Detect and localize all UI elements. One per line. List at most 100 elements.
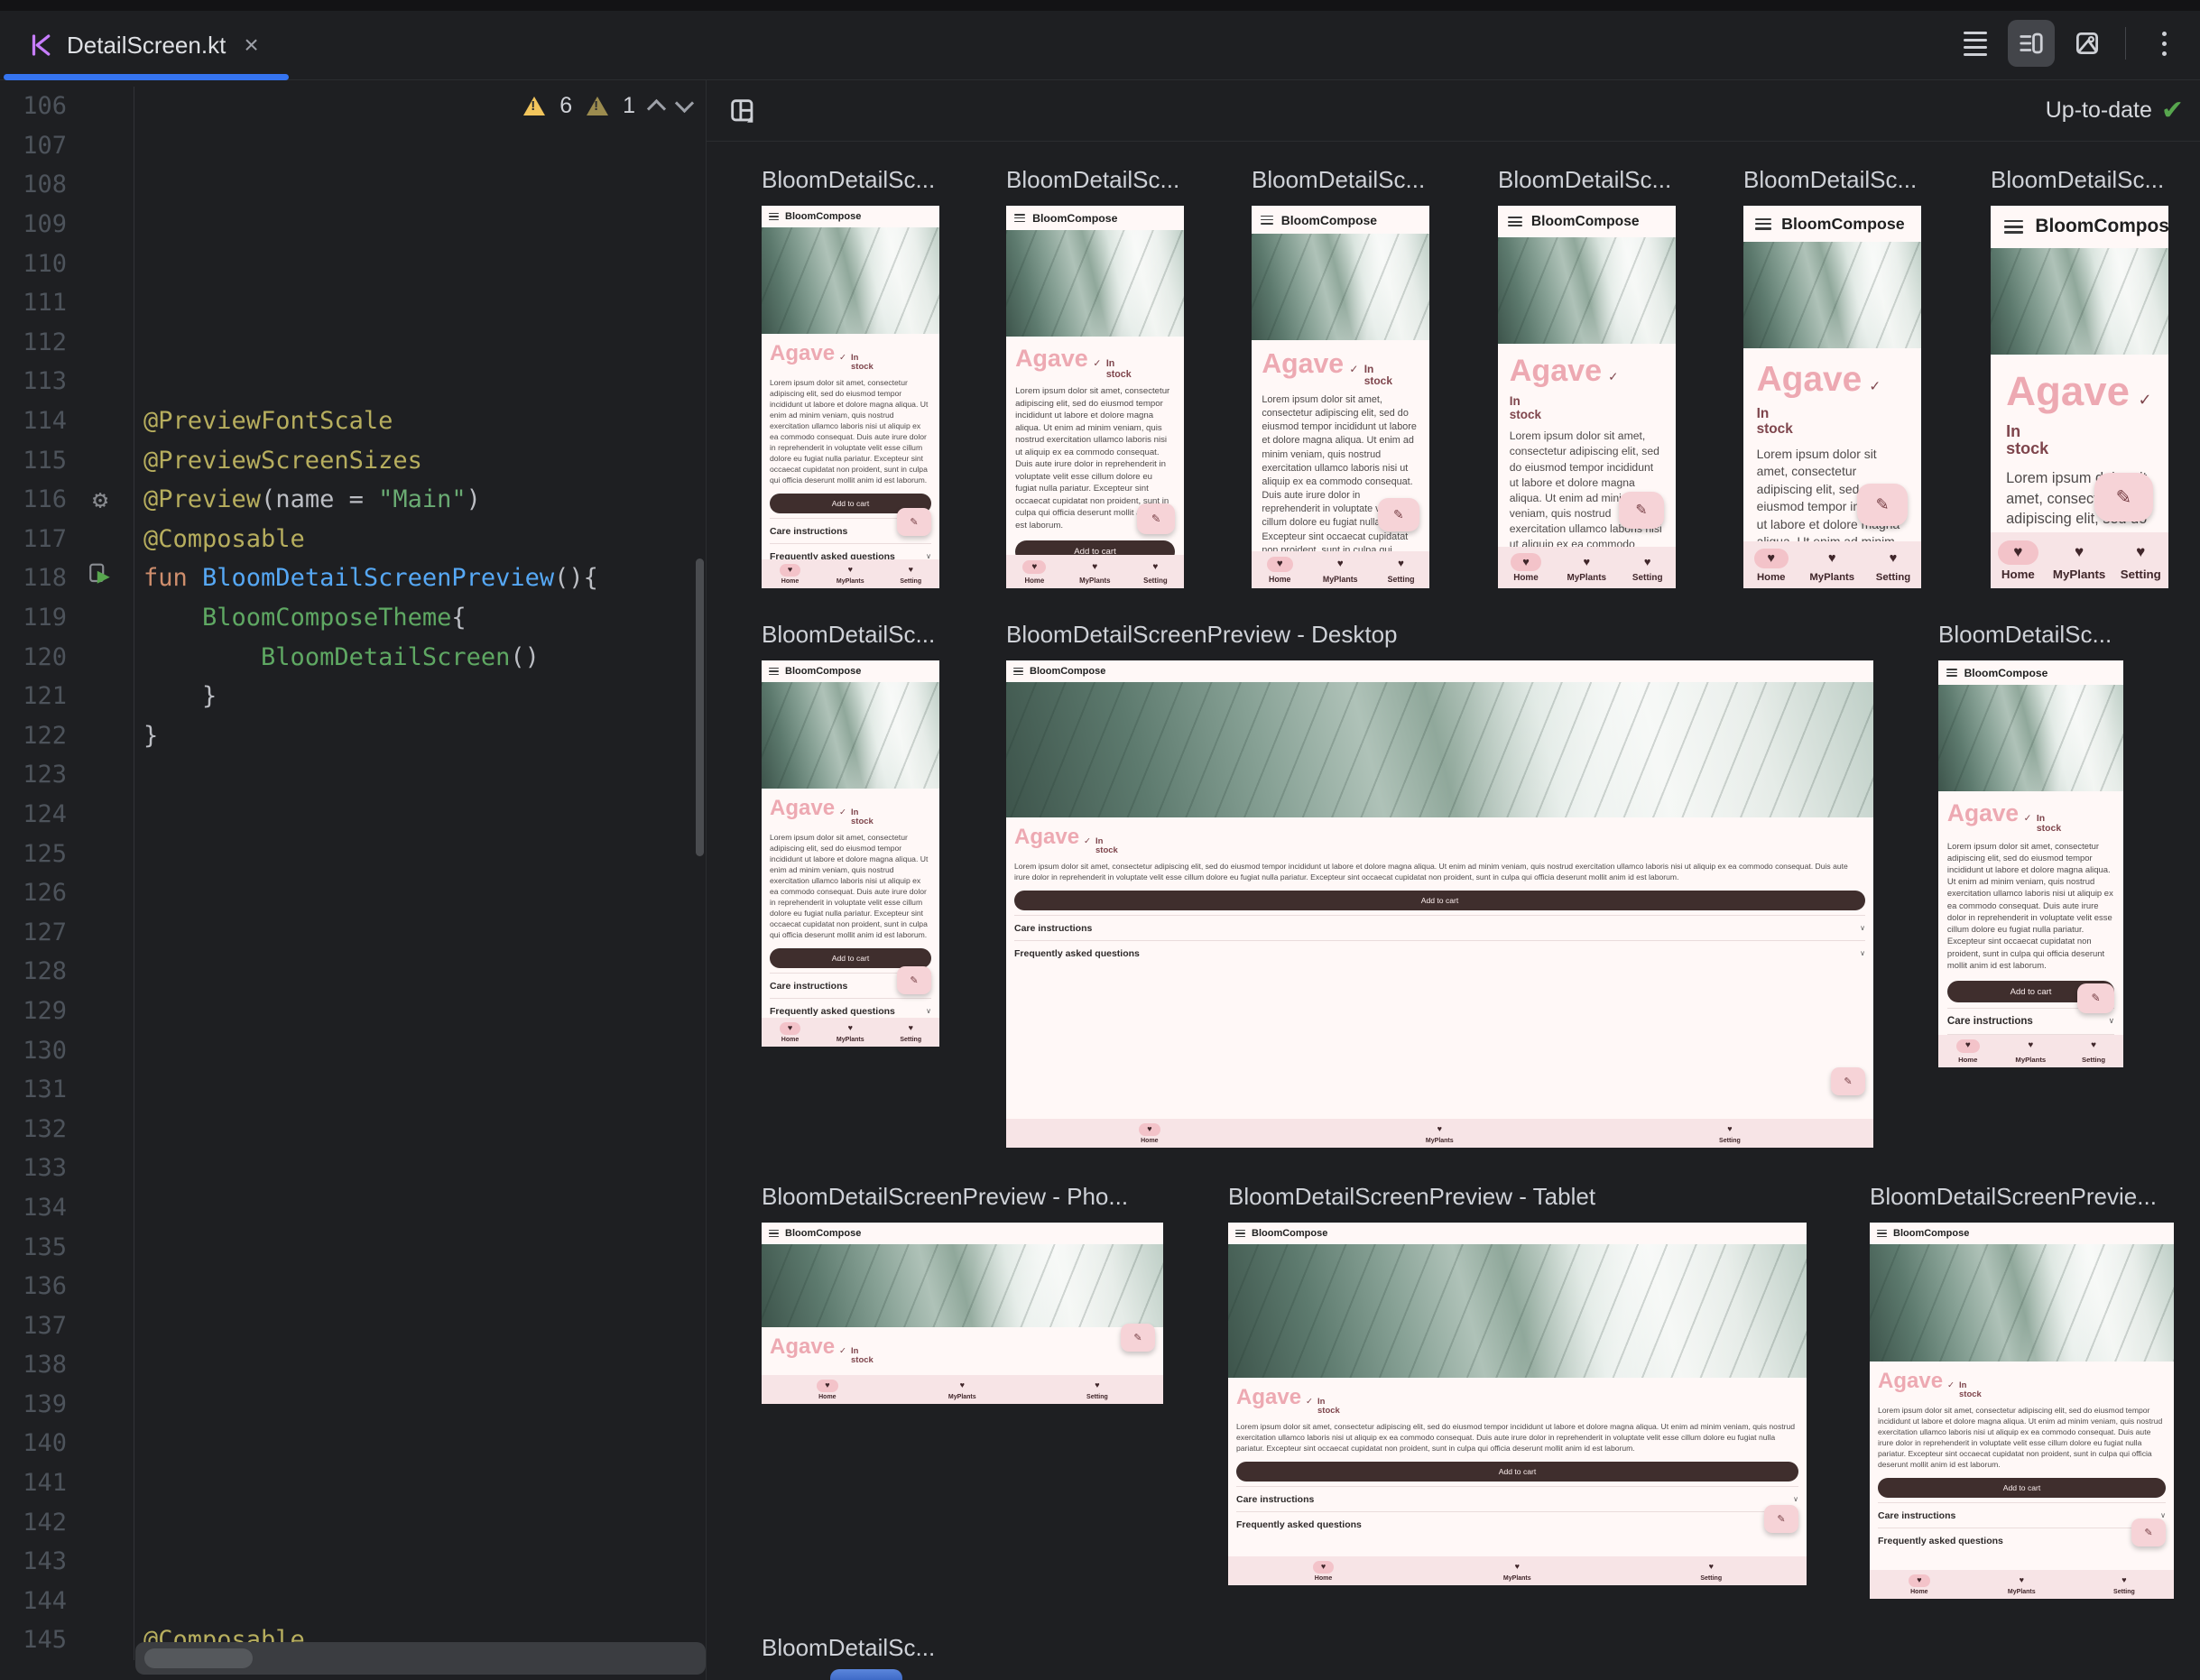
design-view-button[interactable] xyxy=(2064,20,2111,67)
preview-card[interactable]: BloomComposeAgave✓In stockLorem ipsum do… xyxy=(1938,660,2123,1067)
care-instructions-label: Care instructions xyxy=(1946,1015,2033,1027)
gutter xyxy=(67,1227,134,1267)
code-line[interactable]: 108 xyxy=(0,165,706,205)
preview-canvas[interactable]: BloomDetailSc... BloomCompose Agave ✓ In sto… xyxy=(707,141,2200,1680)
code-line[interactable]: 128 xyxy=(0,952,706,992)
preview-card[interactable]: BloomComposeAgave✓In stockLorem ipsum do… xyxy=(1870,1223,2174,1599)
code-text: BloomDetailScreen() xyxy=(134,637,706,677)
mock-bottom-nav: ♥ Home ♥ MyPlants ♥ Setting xyxy=(1991,531,2168,588)
gutter xyxy=(67,1070,134,1110)
mock-nav-home: ♥ Home xyxy=(1955,1039,1980,1064)
gutter xyxy=(67,755,134,795)
grid-layout-button[interactable] xyxy=(721,91,764,131)
code-line[interactable]: 116 ⚙ @Preview(name = "Main") xyxy=(0,479,706,520)
code-line[interactable]: 117 @Composable xyxy=(0,519,706,559)
mock-edit-fab: ✎ xyxy=(1618,491,1665,530)
preview-card[interactable]: BloomComposeAgave✓In stockLorem ipsum do… xyxy=(762,660,939,1047)
next-issue-button[interactable] xyxy=(674,93,695,114)
code-line[interactable]: 122} xyxy=(0,715,706,756)
code-line[interactable]: 109 xyxy=(0,204,706,245)
mock-bottom-nav: ♥ Home ♥ MyPlants ♥ Setting xyxy=(1743,540,1921,588)
code-line[interactable]: 139 xyxy=(0,1384,706,1425)
nav-label: Setting xyxy=(1719,1138,1741,1144)
code-line[interactable]: 112 xyxy=(0,322,706,363)
inspections-widget[interactable]: 6 1 xyxy=(523,93,695,119)
code-text xyxy=(134,1384,706,1425)
preview-card[interactable]: BloomComposeAgave✓In stockLorem ipsum do… xyxy=(1006,660,1873,1148)
code-line[interactable]: 119 BloomComposeTheme{ xyxy=(0,597,706,638)
horizontal-scrollbar-thumb[interactable] xyxy=(144,1648,253,1668)
plant-title-row: Agave ✓ In stock xyxy=(770,796,931,826)
tab-close-icon[interactable]: × xyxy=(244,32,258,58)
code-line[interactable]: 140 xyxy=(0,1424,706,1463)
code-token: (){ xyxy=(554,564,598,593)
chevron-down-icon: ∨ xyxy=(2160,1511,2166,1520)
code-line[interactable]: 115 @PreviewScreenSizes xyxy=(0,440,706,480)
code-line[interactable]: 138 xyxy=(0,1345,706,1385)
line-number: 141 xyxy=(23,1469,67,1498)
code-line[interactable]: 132 xyxy=(0,1109,706,1149)
preview-settings-gear-icon[interactable]: ⚙ xyxy=(93,486,108,512)
plant-title-row: Agave ✓ In stock xyxy=(770,341,931,372)
code-line[interactable]: 136 xyxy=(0,1266,706,1306)
preview-card[interactable]: BloomComposeAgave✓In stockLorem ipsum do… xyxy=(1991,206,2168,588)
more-options-button[interactable] xyxy=(2140,20,2187,67)
nav-label: MyPlants xyxy=(947,1394,976,1400)
code-area[interactable]: 106 107 108 109 110 111 112 113 114 @PreviewFontS… xyxy=(0,80,706,1680)
line-number: 143 xyxy=(23,1547,67,1576)
line-number: 130 xyxy=(23,1036,67,1065)
code-line[interactable]: 120 BloomDetailScreen() xyxy=(0,637,706,677)
split-view-button[interactable] xyxy=(2008,20,2055,67)
code-line[interactable]: 114 @PreviewFontScale xyxy=(0,401,706,441)
code-line[interactable]: 144 xyxy=(0,1581,706,1621)
code-line[interactable]: 141 xyxy=(0,1463,706,1503)
code-line[interactable]: 107 xyxy=(0,125,706,166)
code-line[interactable]: 130 xyxy=(0,1030,706,1070)
preview-card[interactable]: BloomComposeAgave✓In stockLorem ipsum do… xyxy=(1743,206,1921,588)
mock-bottom-nav: ♥ Home ♥ MyPlants ♥ Setting xyxy=(762,1375,1163,1404)
code-line[interactable]: 111 xyxy=(0,282,706,323)
preview-card[interactable]: BloomCompose Agave ✓ In stock ✎ ♥ Home ♥ MyPlant… xyxy=(762,1223,1163,1404)
code-editor[interactable]: 6 1 106 107 108 109 110 111 112 113 114 @PreviewF… xyxy=(0,80,706,1680)
editor-horizontal-scrollbar[interactable] xyxy=(135,1642,706,1675)
code-line[interactable]: 133 xyxy=(0,1149,706,1188)
code-line[interactable]: 127 xyxy=(0,912,706,953)
code-token: ) xyxy=(466,485,481,514)
code-line[interactable]: 134 xyxy=(0,1187,706,1228)
code-line[interactable]: 129 xyxy=(0,991,706,1031)
preview-card[interactable]: BloomComposeAgave✓In stockLorem ipsum do… xyxy=(1228,1223,1807,1585)
plant-title-row: Agave ✓ In stock xyxy=(1014,825,1865,855)
mock-app-bar: BloomCompose xyxy=(1498,206,1676,237)
run-preview-icon[interactable] xyxy=(88,562,113,594)
code-line[interactable]: 137 xyxy=(0,1306,706,1345)
code-line[interactable]: 118 fun BloomDetailScreenPreview(){ xyxy=(0,558,706,598)
tab-detailscreen[interactable]: DetailScreen.kt × xyxy=(0,11,289,80)
code-view-button[interactable] xyxy=(1952,20,1999,67)
mock-nav-setting: ♥ Setting xyxy=(1143,560,1168,584)
code-line[interactable]: 113 xyxy=(0,362,706,402)
editor-vertical-scrollbar[interactable] xyxy=(696,558,704,856)
mock-app-bar: BloomCompose xyxy=(762,660,939,682)
code-line[interactable]: 123 xyxy=(0,755,706,795)
in-stock-label: In stock xyxy=(1363,363,1392,387)
code-line[interactable]: 142 xyxy=(0,1502,706,1542)
mock-content: Agave ✓In stock Lorem ipsum dolor sit amet… xyxy=(1228,1378,1807,1537)
preview-card[interactable]: BloomComposeAgave✓In stockLorem ipsum do… xyxy=(762,206,939,588)
code-line[interactable]: 135 xyxy=(0,1227,706,1267)
code-line[interactable]: 124 xyxy=(0,794,706,835)
code-line[interactable]: 125 xyxy=(0,834,706,873)
code-token: fun xyxy=(143,564,203,593)
preview-card[interactable]: BloomComposeAgave✓In stockLorem ipsum do… xyxy=(1498,206,1676,588)
code-line[interactable]: 131 xyxy=(0,1069,706,1110)
line-number: 128 xyxy=(23,957,67,986)
preview-card-title: BloomDetailSc... xyxy=(762,621,936,648)
nav-label: Setting xyxy=(2120,568,2161,582)
code-line[interactable]: 126 xyxy=(0,872,706,913)
heart-icon: ♥ xyxy=(1514,1562,1520,1572)
code-line[interactable]: 121 } xyxy=(0,676,706,716)
previous-issue-button[interactable] xyxy=(646,98,667,119)
preview-card[interactable]: BloomComposeAgave✓In stockLorem ipsum do… xyxy=(1006,206,1184,588)
code-line[interactable]: 110 xyxy=(0,244,706,283)
preview-card[interactable]: BloomComposeAgave✓In stockLorem ipsum do… xyxy=(1252,206,1429,588)
code-line[interactable]: 143 xyxy=(0,1541,706,1582)
